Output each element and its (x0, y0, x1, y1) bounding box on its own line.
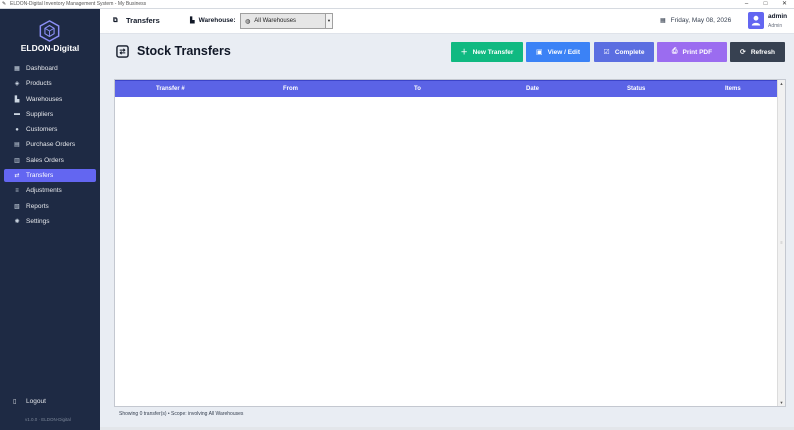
warehouse-select-value: All Warehouses (254, 18, 297, 24)
sidebar-item-label: Purchase Orders (26, 141, 76, 149)
warehouse-label-text: Warehouse: (198, 17, 236, 24)
globe-icon: ◍ (245, 18, 251, 25)
section-title-label: Transfers (126, 16, 160, 25)
box-icon: ◈ (14, 81, 20, 88)
transfer-icon (116, 44, 129, 58)
column-header-items[interactable]: Items (725, 86, 741, 92)
sidebar-item-label: Adjustments (26, 187, 62, 195)
sidebar-item-label: Settings (26, 217, 50, 225)
view-edit-label: View / Edit (547, 48, 580, 56)
check-icon: ☑ (603, 49, 610, 56)
status-text: Showing 0 transfer(s) • Scope: involving… (119, 411, 244, 417)
version-text: v1.0.0 · ELDON-Digital (25, 417, 71, 422)
edit-icon: ▣ (535, 49, 543, 56)
window-title: ELDON-Digital Inventory Management Syste… (10, 1, 147, 7)
scroll-up-icon[interactable]: ▲ (778, 80, 785, 87)
sidebar-item-adjustments[interactable]: ≡ Adjustments (4, 184, 96, 197)
current-date: ▦ Friday, May 08, 2026 (660, 17, 731, 24)
column-header-date[interactable]: Date (526, 86, 539, 92)
users-icon: ● (15, 126, 19, 133)
sidebar-item-dashboard[interactable]: ▦ Dashboard (4, 62, 96, 75)
sidebar-item-sales-orders[interactable]: ▥ Sales Orders (4, 154, 96, 167)
chevron-down-icon[interactable]: ▼ (325, 14, 332, 28)
page-title: Stock Transfers (137, 44, 231, 58)
sidebar-item-label: Dashboard (26, 65, 58, 72)
dashboard-icon: ▦ (14, 66, 20, 72)
topbar: ⧉ Transfers ▙ Warehouse: ◍ All Warehouse… (100, 9, 794, 34)
brand-logo-icon (39, 20, 60, 42)
logout-label: Logout (26, 398, 46, 405)
logout-button[interactable]: ▯ Logout (13, 398, 46, 405)
complete-button[interactable]: ☑ Complete (594, 42, 654, 62)
sidebar-item-customers[interactable]: ● Customers (4, 123, 96, 136)
sidebar-nav: ▦ Dashboard ◈ Products ▙ Warehouses ▬ Su… (4, 62, 96, 230)
user-role: Admin (768, 23, 783, 29)
minimize-button[interactable]: – (737, 0, 756, 9)
logout-icon: ▯ (13, 399, 17, 405)
sidebar-item-reports[interactable]: ▧ Reports (4, 200, 96, 213)
user-icon (751, 15, 761, 26)
current-date-text: Friday, May 08, 2026 (670, 17, 732, 24)
scroll-grip-icon: ≡ (780, 240, 783, 245)
sidebar: ELDON-Digital ▦ Dashboard ◈ Products ▙ W… (0, 9, 100, 430)
sidebar-item-label: Customers (26, 126, 58, 134)
window-titlebar: ✎ ELDON-Digital Inventory Management Sys… (0, 0, 794, 9)
user-name: admin (768, 13, 788, 20)
sidebar-item-label: Warehouses (26, 95, 63, 103)
close-button[interactable]: ✕ (775, 0, 794, 9)
print-pdf-button[interactable]: ⎙ Print PDF (657, 42, 727, 62)
column-header-from[interactable]: From (283, 86, 298, 92)
sidebar-item-settings[interactable]: ✺ Settings (4, 215, 96, 228)
warehouse-select[interactable]: ◍ All Warehouses ▼ (240, 13, 333, 29)
transfers-table: Transfer # From To Date Status Items ▲ ≡… (114, 79, 786, 407)
receipt-icon: ▥ (14, 157, 20, 164)
sidebar-item-transfers[interactable]: ⇄ Transfers (4, 169, 96, 183)
refresh-label: Refresh (750, 48, 776, 56)
app-icon: ✎ (2, 0, 7, 7)
complete-label: Complete (614, 48, 645, 56)
warehouse-icon: ▙ (190, 18, 195, 24)
printer-icon: ⎙ (671, 48, 678, 55)
window-controls: – □ ✕ (737, 0, 794, 9)
column-header-status[interactable]: Status (627, 86, 645, 92)
sidebar-item-purchase-orders[interactable]: ▤ Purchase Orders (4, 138, 96, 151)
plus-icon: ＋ (460, 49, 468, 56)
maximize-button[interactable]: □ (756, 0, 775, 9)
sidebar-item-label: Suppliers (26, 110, 54, 118)
avatar[interactable] (748, 12, 764, 29)
section-title: ⧉ Transfers (113, 16, 160, 25)
sidebar-item-label: Transfers (26, 172, 54, 180)
sidebar-item-suppliers[interactable]: ▬ Suppliers (4, 108, 96, 121)
vertical-scrollbar[interactable]: ▲ ≡ ▼ (777, 80, 785, 406)
new-transfer-label: New Transfer (472, 48, 514, 56)
warehouse-label: ▙ Warehouse: (190, 17, 236, 24)
chart-icon: ▧ (14, 203, 20, 210)
column-header-to[interactable]: To (414, 86, 421, 92)
sidebar-item-label: Sales Orders (26, 156, 64, 164)
print-pdf-label: Print PDF (682, 48, 713, 56)
calendar-icon: ▦ (660, 18, 666, 24)
sidebar-item-products[interactable]: ◈ Products (4, 77, 96, 90)
scroll-down-icon[interactable]: ▼ (778, 399, 785, 406)
view-edit-button[interactable]: ▣ View / Edit (526, 42, 590, 62)
brand-name: ELDON-Digital (20, 43, 80, 53)
refresh-button[interactable]: ⟳ Refresh (730, 42, 785, 62)
transfer-icon: ⧉ (113, 16, 118, 24)
new-transfer-button[interactable]: ＋ New Transfer (451, 42, 523, 62)
table-header: Transfer # From To Date Status Items (115, 80, 778, 97)
sidebar-item-label: Products (26, 80, 52, 88)
sidebar-item-warehouses[interactable]: ▙ Warehouses (4, 93, 96, 106)
truck-icon: ▬ (14, 111, 20, 118)
page-header: Stock Transfers (116, 44, 231, 58)
sidebar-item-label: Reports (26, 202, 49, 210)
gear-icon: ✺ (14, 218, 20, 225)
transfer-icon: ⇄ (14, 173, 20, 180)
warehouse-icon: ▙ (14, 96, 20, 103)
cart-icon: ▤ (14, 142, 20, 149)
sliders-icon: ≡ (15, 187, 19, 194)
column-header-transfer-number[interactable]: Transfer # (156, 86, 185, 92)
refresh-icon: ⟳ (739, 49, 746, 56)
